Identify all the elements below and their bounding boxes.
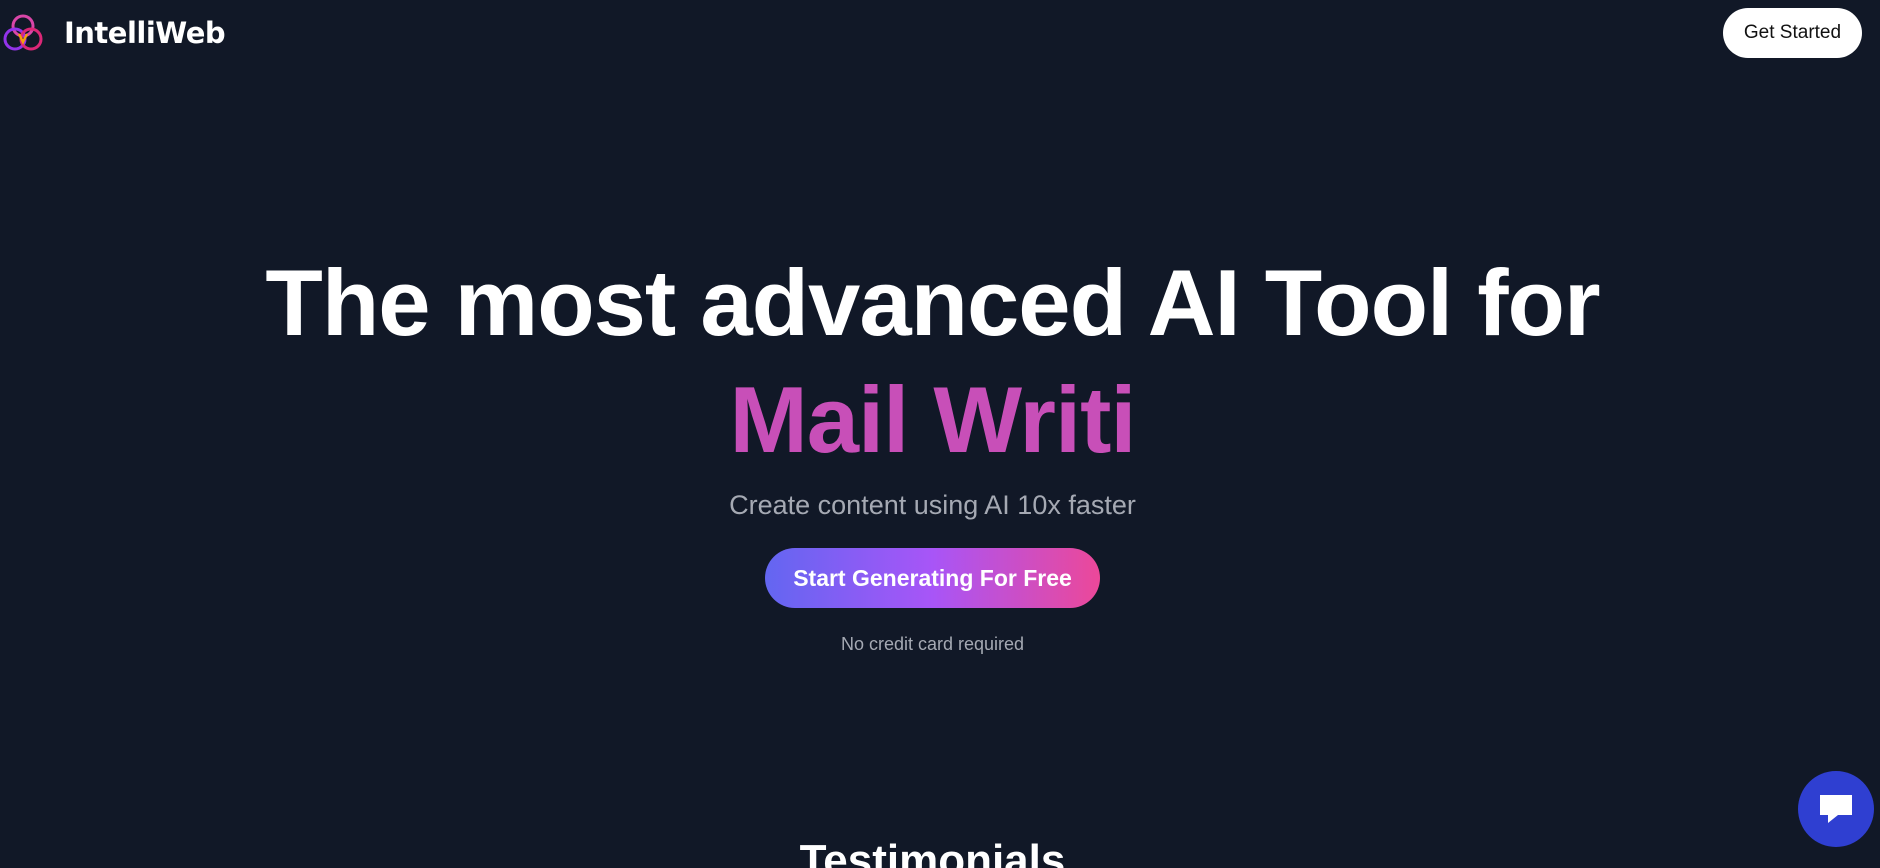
brand-name: IntelliWeb [64, 16, 226, 50]
hero-subheadline: Create content using AI 10x faster [729, 490, 1136, 520]
hero-typed-text: Mail Writi [729, 367, 1136, 472]
testimonials-heading: Testimonials [799, 836, 1066, 868]
landing-page: IntelliWeb Get Started The most advanced… [0, 0, 1880, 868]
start-generating-button[interactable]: Start Generating For Free [765, 548, 1100, 608]
no-credit-card-note: No credit card required [840, 634, 1025, 654]
top-navbar: IntelliWeb Get Started [0, 0, 1880, 66]
three-rings-logo-icon [3, 14, 43, 51]
hero-headline: The most advanced AI Tool for [265, 250, 1600, 355]
brand-link[interactable]: IntelliWeb [2, 12, 226, 54]
get-started-button[interactable]: Get Started [1723, 8, 1862, 58]
chat-widget-button[interactable] [1798, 771, 1874, 847]
chat-bubble-icon [1820, 795, 1852, 823]
